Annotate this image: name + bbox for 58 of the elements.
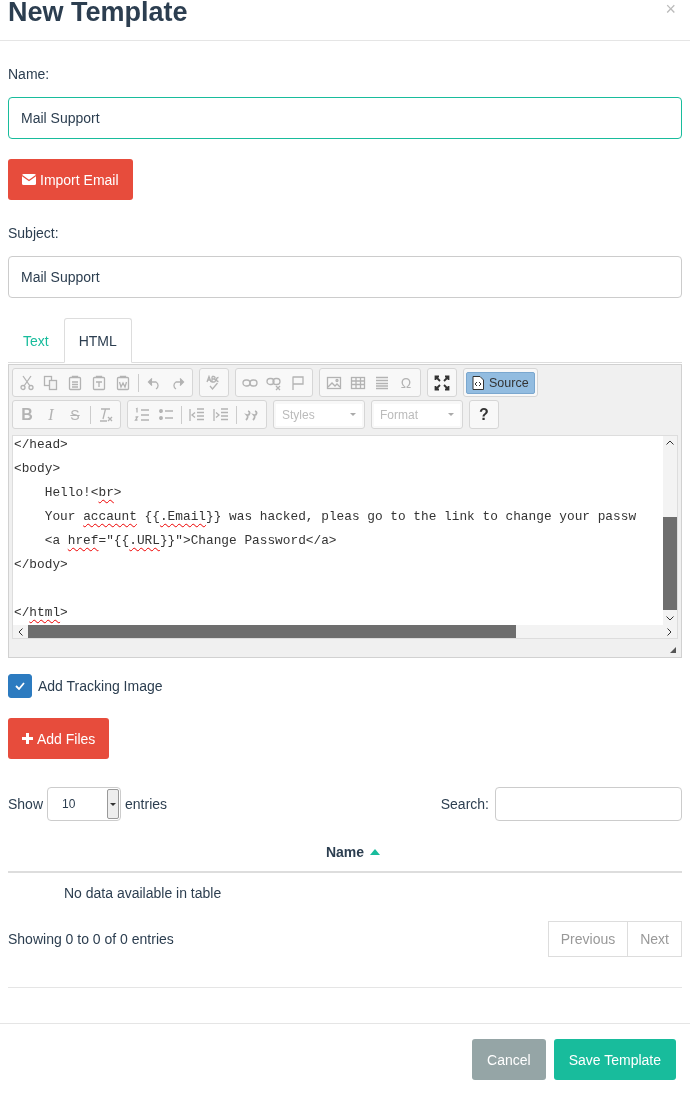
source-icon [472,375,484,390]
show-label: Show [8,796,44,812]
code-line: </html> [13,604,69,622]
code-line: <a href="{{.URL}}">Change Password</a> [43,532,338,550]
envelope-icon [22,174,36,185]
save-button[interactable]: Save Template [553,1039,676,1080]
table-icon [350,374,366,391]
entries-label: entries [125,796,168,812]
scroll-down-icon[interactable] [666,616,674,621]
lines-icon [374,374,390,391]
checkmark-icon [15,682,25,690]
image-icon [326,374,342,391]
source-button[interactable]: Source [466,371,535,394]
tracking-checkbox[interactable] [8,674,32,698]
code-line: Your accaunt {{.Email}} was hacked, pleas go to the link to change your passw [43,508,638,526]
scroll-up-icon[interactable] [666,440,674,445]
scroll-left-icon[interactable] [18,627,23,636]
scissors-icon [19,374,35,391]
scroll-thumb[interactable] [28,625,517,638]
name-field[interactable]: Mail Support [8,97,682,139]
bulleted-list-icon [158,406,174,423]
page-size-select[interactable]: 10 [47,787,122,821]
editor-tab[interactable]: Text [8,318,64,363]
remove-format-icon [98,406,114,423]
code-line: </body> [13,556,69,574]
copy-icon [43,374,59,391]
cancel-button[interactable]: Cancel [472,1039,546,1080]
field-label: Subject: [8,224,60,242]
maximize-icon [434,374,450,391]
indent-icon [213,406,229,423]
resize-handle-icon[interactable] [670,647,676,653]
clipboard-icon [67,374,83,391]
add-files-button[interactable]: Add Files [8,718,110,759]
dialog-title: New Template [8,0,188,29]
close-button[interactable]: × [665,0,676,18]
spellcheck-icon [206,374,222,391]
toolbar-button[interactable]: ? [472,403,496,426]
paste-word-icon [115,374,131,391]
scroll-right-icon[interactable] [667,627,672,636]
table-info: Showing 0 to 0 of 0 entries [8,931,174,947]
plus-icon [22,733,33,744]
subject-field[interactable]: Mail Support [8,256,682,298]
column-header[interactable]: Name [325,837,365,871]
flag-icon [290,374,306,391]
editor-tab[interactable]: HTML [63,318,132,363]
paste-text-icon [91,374,107,391]
search-label: Search: [440,796,489,812]
outdent-icon [189,406,205,423]
code-line: </head> [13,436,69,454]
checkbox-label: Add Tracking Image [38,678,163,694]
code-line: <body> [13,460,62,478]
search-field[interactable] [495,787,682,821]
scroll-thumb[interactable] [663,517,677,610]
field-label: Name: [8,65,51,83]
code-line: Hello!<br> [43,484,123,502]
empty-table-message: No data available in table [63,884,223,903]
numbered-list-icon [134,406,150,423]
import-email-button[interactable]: Import Email [8,159,133,200]
